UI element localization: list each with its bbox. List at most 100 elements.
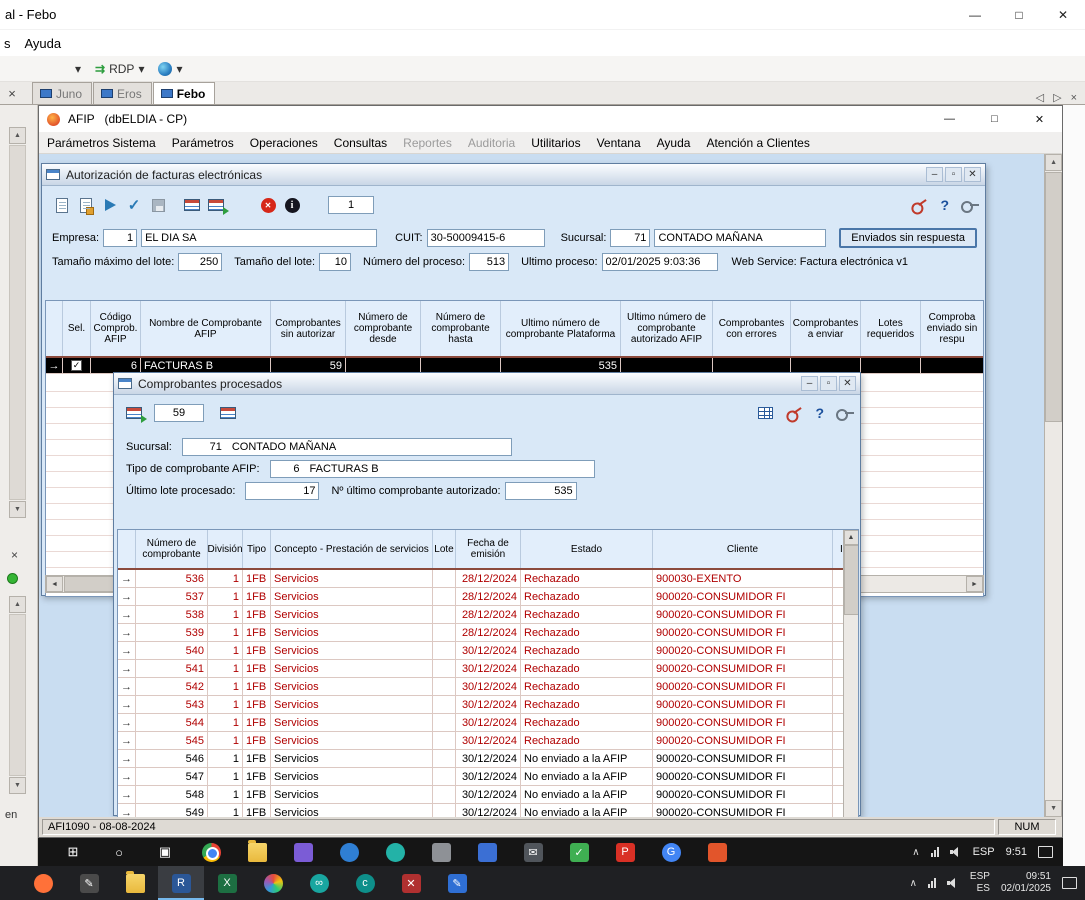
scroll-thumb[interactable] xyxy=(1045,172,1062,422)
speaker-icon[interactable] xyxy=(947,878,959,888)
window-titlebar[interactable]: Comprobantes procesados – ▫ ✕ xyxy=(114,373,860,395)
browser-slot[interactable]: G xyxy=(648,838,694,866)
checkbox-checked[interactable]: ✓ xyxy=(71,360,82,371)
remote-language-indicator[interactable]: ESP xyxy=(973,846,995,858)
help-icon[interactable]: ? xyxy=(940,197,949,213)
table-button[interactable] xyxy=(180,194,204,216)
scroll-up-icon[interactable]: ▲ xyxy=(844,530,859,545)
afip-menu-item[interactable]: Parámetros Sistema xyxy=(39,136,164,150)
minimize-button[interactable]: – xyxy=(801,376,818,391)
file-explorer-slot[interactable] xyxy=(112,866,158,900)
scroll-up-icon[interactable]: ▲ xyxy=(1045,154,1062,171)
close-button[interactable]: ✕ xyxy=(1041,0,1085,29)
maximize-button[interactable]: □ xyxy=(972,106,1017,132)
app-slot-red[interactable] xyxy=(694,838,740,866)
dock-scrollbar-track2[interactable] xyxy=(9,614,26,776)
ultimo-comprobante-field[interactable]: 535 xyxy=(505,482,577,500)
network-icon[interactable] xyxy=(931,847,939,857)
grid2-row[interactable]: →54411FBServicios30/12/2024Rechazado9000… xyxy=(118,714,858,732)
scroll-right-icon[interactable]: ► xyxy=(966,576,983,592)
grid2-row[interactable]: →54611FBServicios30/12/2024No enviado a … xyxy=(118,750,858,768)
save-button[interactable] xyxy=(146,194,170,216)
edge-slot[interactable] xyxy=(326,838,372,866)
hotkeys-icon[interactable] xyxy=(961,201,979,210)
maximize-button[interactable]: ▫ xyxy=(820,376,837,391)
close-button[interactable]: ✕ xyxy=(964,167,981,182)
process-count-field[interactable]: 1 xyxy=(328,196,374,214)
table-button[interactable] xyxy=(216,402,240,424)
sucursal-number-field[interactable]: 71 xyxy=(610,229,650,247)
ultimo-proceso-field[interactable]: 02/01/2025 9:03:36 xyxy=(602,253,718,271)
grid2-row[interactable]: →54111FBServicios30/12/2024Rechazado9000… xyxy=(118,660,858,678)
grid2-row[interactable]: →53911FBServicios28/12/2024Rechazado9000… xyxy=(118,624,858,642)
afip-menu-item[interactable]: Ventana xyxy=(589,136,649,150)
grid2-row[interactable]: →54311FBServicios30/12/2024Rechazado9000… xyxy=(118,696,858,714)
minimize-button[interactable]: — xyxy=(953,0,997,29)
info-button[interactable]: i xyxy=(280,194,304,216)
numero-proceso-field[interactable]: 513 xyxy=(469,253,509,271)
afip-menu-item[interactable]: Ayuda xyxy=(649,136,699,150)
firefox-slot[interactable] xyxy=(20,866,66,900)
start-slot[interactable]: ⊞ xyxy=(50,838,96,866)
task-view-slot[interactable]: ▣ xyxy=(142,838,188,866)
grid2-row[interactable]: →53711FBServicios28/12/2024Rechazado9000… xyxy=(118,588,858,606)
export-table-button[interactable] xyxy=(204,194,228,216)
afip-menu-item[interactable]: Utilitarios xyxy=(523,136,588,150)
hotkeys-icon[interactable] xyxy=(836,409,854,418)
calculator-slot[interactable] xyxy=(418,838,464,866)
sucursal-name-field[interactable]: CONTADO MAÑANA xyxy=(654,229,826,247)
enviados-sin-respuesta-button[interactable]: Enviados sin respuesta xyxy=(839,228,977,248)
dock-scrollbar-track[interactable] xyxy=(9,145,26,500)
language-indicator[interactable]: ESP ES xyxy=(970,871,990,895)
grid2-row[interactable]: →54011FBServicios30/12/2024Rechazado9000… xyxy=(118,642,858,660)
run-button[interactable] xyxy=(98,194,122,216)
grid2-row[interactable]: →54811FBServicios30/12/2024No enviado a … xyxy=(118,786,858,804)
tray-chevron-icon[interactable]: ∧ xyxy=(910,878,917,889)
close-button[interactable]: ✕ xyxy=(839,376,856,391)
maximize-button[interactable]: ▫ xyxy=(945,167,962,182)
tab-juno[interactable]: Juno xyxy=(32,82,92,104)
ultimo-lote-field[interactable]: 17 xyxy=(245,482,319,500)
count-field[interactable]: 59 xyxy=(154,404,204,422)
export-table-button[interactable] xyxy=(122,402,146,424)
gimp-slot[interactable] xyxy=(250,866,296,900)
cuit-field[interactable]: 30-50009415-6 xyxy=(427,229,545,247)
sucursal-field[interactable]: 71 CONTADO MAÑANA xyxy=(182,438,512,456)
panel-close-icon[interactable]: × xyxy=(0,82,24,104)
scroll-left-icon[interactable]: ◄ xyxy=(46,576,63,592)
minimize-button[interactable]: — xyxy=(927,106,972,132)
grid-view-icon[interactable] xyxy=(758,407,773,419)
tipo-comprobante-field[interactable]: 6 FACTURAS B xyxy=(270,460,595,478)
help-icon[interactable]: ? xyxy=(815,405,824,421)
pdf-slot[interactable]: P xyxy=(602,838,648,866)
dock-scroll-down2-icon[interactable]: ▼ xyxy=(9,777,26,794)
search-slot[interactable]: ○ xyxy=(96,838,142,866)
grid2-row[interactable]: →53611FBServicios28/12/2024Rechazado9000… xyxy=(118,570,858,588)
maximize-button[interactable]: □ xyxy=(997,0,1041,29)
mdi-vscrollbar[interactable]: ▲ ▼ xyxy=(1044,154,1062,817)
menu-item-truncated[interactable]: s xyxy=(0,36,15,51)
grid2-row[interactable]: →54911FBServicios30/12/2024No enviado a … xyxy=(118,804,858,817)
scroll-down-icon[interactable]: ▼ xyxy=(1045,800,1062,817)
minimize-button[interactable]: – xyxy=(926,167,943,182)
dock-scroll-up-icon[interactable]: ▲ xyxy=(9,127,26,144)
tab-close-icon[interactable]: × xyxy=(1071,92,1077,104)
key-icon[interactable] xyxy=(909,196,929,214)
dock-close-icon[interactable]: × xyxy=(11,548,18,562)
mail-slot[interactable]: ✉ xyxy=(510,838,556,866)
photos-slot[interactable] xyxy=(280,838,326,866)
close-button[interactable]: ✕ xyxy=(1017,106,1062,132)
grid2-row[interactable]: →53811FBServicios28/12/2024Rechazado9000… xyxy=(118,606,858,624)
tab-eros[interactable]: Eros xyxy=(93,82,152,104)
empresa-number-field[interactable]: 1 xyxy=(103,229,137,247)
menu-item-ayuda[interactable]: Ayuda xyxy=(15,36,72,51)
scroll-thumb[interactable] xyxy=(844,545,859,615)
afip-menu-item[interactable]: Operaciones xyxy=(242,136,326,150)
chrome-slot[interactable] xyxy=(188,838,234,866)
tamano-maximo-field[interactable]: 250 xyxy=(178,253,222,271)
rdp-menu-button[interactable]: ⇉ RDP ▾ xyxy=(88,62,151,76)
empresa-name-field[interactable]: EL DIA SA xyxy=(141,229,377,247)
stop-button[interactable]: ✕ xyxy=(256,194,280,216)
toolbar-dropdown-button[interactable]: ▾ xyxy=(68,62,88,76)
excel-slot[interactable]: X xyxy=(204,866,250,900)
